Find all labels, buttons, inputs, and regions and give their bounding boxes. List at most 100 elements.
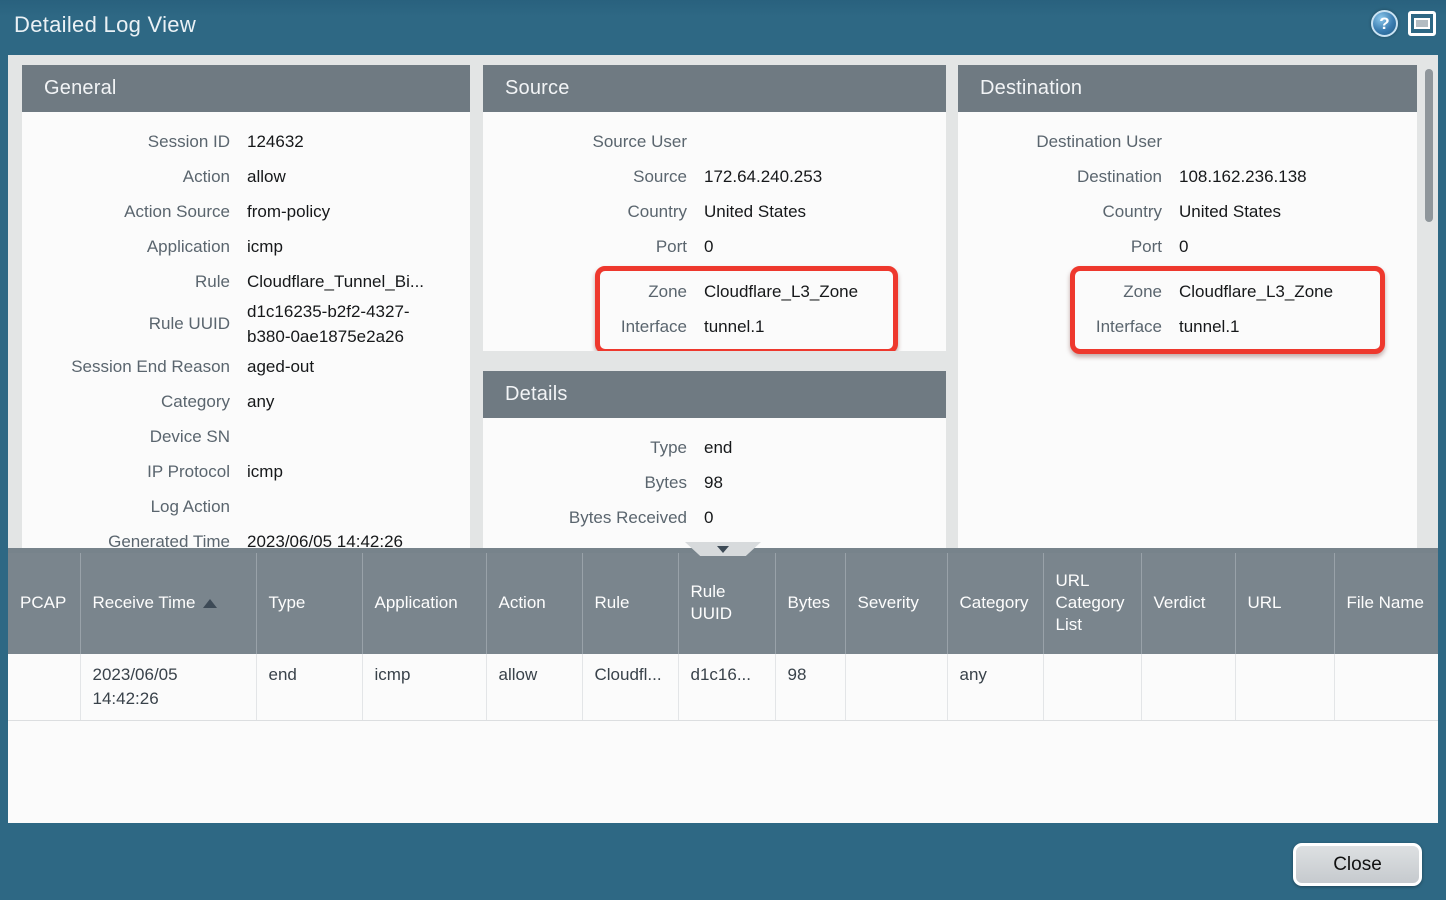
log-table: PCAP Receive Time Type Application Actio…: [8, 548, 1438, 721]
column-header-category[interactable]: Category: [947, 551, 1043, 654]
field-value: allow: [230, 164, 286, 189]
field-row-interface: Interface tunnel.1: [600, 309, 893, 344]
column-header-rule-uuid[interactable]: Rule UUID: [678, 551, 775, 654]
column-header-file-name[interactable]: File Name: [1334, 551, 1438, 654]
close-button[interactable]: Close: [1293, 843, 1422, 886]
field-value: United States: [687, 199, 806, 224]
field-label: Interface: [1075, 309, 1162, 344]
field-label: Port: [958, 229, 1162, 264]
table-header-row: PCAP Receive Time Type Application Actio…: [8, 551, 1438, 654]
scrollbar-thumb[interactable]: [1425, 69, 1433, 222]
column-header-url-category-list[interactable]: URL Category List: [1043, 551, 1141, 654]
column-header-pcap[interactable]: PCAP: [8, 551, 80, 654]
cell-url-category-list: [1043, 654, 1141, 721]
field-row-source-user: Source User: [483, 124, 946, 159]
field-row-ip-protocol: IP Protocol icmp: [22, 454, 470, 489]
field-value: end: [687, 435, 732, 460]
field-value: 98: [687, 470, 723, 495]
field-row-zone: Zone Cloudflare_L3_Zone: [1075, 274, 1380, 309]
field-label: Application: [22, 229, 230, 264]
source-panel: Source Source User Source 172.64.240.253…: [483, 65, 946, 351]
field-row-category: Category any: [22, 384, 470, 419]
field-value: Cloudflare_Tunnel_Bi...: [230, 269, 424, 294]
table-row[interactable]: 2023/06/05 14:42:26 end icmp allow Cloud…: [8, 654, 1438, 721]
field-value: icmp: [230, 234, 283, 259]
field-value: Cloudflare_L3_Zone: [1162, 279, 1333, 304]
field-value: tunnel.1: [687, 314, 765, 339]
field-label: Generated Time: [22, 524, 230, 548]
maximize-window-icon[interactable]: [1408, 11, 1436, 36]
field-label: Source: [483, 159, 687, 194]
field-label: Device SN: [22, 419, 230, 454]
titlebar-icons: ?: [1371, 10, 1436, 37]
field-label: Bytes: [483, 465, 687, 500]
column-header-url[interactable]: URL: [1235, 551, 1334, 654]
column-header-type[interactable]: Type: [256, 551, 362, 654]
field-label: Log Action: [22, 489, 230, 524]
field-label: Destination: [958, 159, 1162, 194]
dialog-title: Detailed Log View: [0, 12, 196, 38]
column-header-application[interactable]: Application: [362, 551, 486, 654]
field-value: icmp: [230, 459, 283, 484]
field-row-zone: Zone Cloudflare_L3_Zone: [600, 274, 893, 309]
column-header-rule[interactable]: Rule: [582, 551, 678, 654]
field-row-type: Type end: [483, 430, 946, 465]
field-row-port: Port 0: [483, 229, 946, 264]
field-row-session-end-reason: Session End Reason aged-out: [22, 349, 470, 384]
field-value: d1c16235-b2f2-4327-b380-0ae1875e2a26: [230, 299, 444, 349]
field-label: Rule: [22, 264, 230, 299]
field-row-port: Port 0: [958, 229, 1417, 264]
field-label: Action: [22, 159, 230, 194]
cell-action: allow: [486, 654, 582, 721]
column-header-bytes[interactable]: Bytes: [775, 551, 845, 654]
source-zone-highlight-box: Zone Cloudflare_L3_Zone Interface tunnel…: [595, 266, 898, 351]
field-row-bytes-received: Bytes Received 0: [483, 500, 946, 535]
field-value: 124632: [230, 129, 304, 154]
field-row-rule: Rule Cloudflare_Tunnel_Bi...: [22, 264, 470, 299]
field-row-country: Country United States: [958, 194, 1417, 229]
field-row-source: Source 172.64.240.253: [483, 159, 946, 194]
cell-severity: [845, 654, 947, 721]
cell-type: end: [256, 654, 362, 721]
help-icon[interactable]: ?: [1371, 10, 1398, 37]
destination-zone-highlight-box: Zone Cloudflare_L3_Zone Interface tunnel…: [1070, 266, 1385, 354]
field-row-bytes: Bytes 98: [483, 465, 946, 500]
field-row-device-sn: Device SN: [22, 419, 470, 454]
field-label: Port: [483, 229, 687, 264]
field-row-rule-uuid: Rule UUID d1c16235-b2f2-4327-b380-0ae187…: [22, 299, 470, 349]
cell-rule: Cloudfl...: [582, 654, 678, 721]
field-label: Category: [22, 384, 230, 419]
chevron-down-icon: [717, 546, 729, 553]
field-value: tunnel.1: [1162, 314, 1240, 339]
field-label: Destination User: [958, 124, 1162, 159]
cell-pcap: [8, 654, 80, 721]
cell-verdict: [1141, 654, 1235, 721]
cell-bytes: 98: [775, 654, 845, 721]
column-header-severity[interactable]: Severity: [845, 551, 947, 654]
field-row-destination-user: Destination User: [958, 124, 1417, 159]
cell-rule-uuid: d1c16...: [678, 654, 775, 721]
details-panel-header: Details: [483, 371, 946, 418]
column-header-action[interactable]: Action: [486, 551, 582, 654]
details-panel: Details Type end Bytes 98 Bytes Received…: [483, 371, 946, 548]
field-value: Cloudflare_L3_Zone: [687, 279, 858, 304]
column-header-verdict[interactable]: Verdict: [1141, 551, 1235, 654]
cell-file-name: [1334, 654, 1438, 721]
column-header-label: Receive Time: [93, 593, 196, 612]
field-row-destination: Destination 108.162.236.138: [958, 159, 1417, 194]
field-value: United States: [1162, 199, 1281, 224]
field-label: Rule UUID: [22, 299, 230, 349]
field-label: Bytes Received: [483, 500, 687, 535]
source-panel-body: Source User Source 172.64.240.253 Countr…: [483, 112, 946, 351]
field-row-interface: Interface tunnel.1: [1075, 309, 1380, 344]
destination-panel-body: Destination User Destination 108.162.236…: [958, 112, 1417, 354]
field-row-action: Action allow: [22, 159, 470, 194]
field-value: 0: [687, 505, 713, 530]
column-header-receive-time[interactable]: Receive Time: [80, 551, 256, 654]
field-value: aged-out: [230, 354, 314, 379]
field-value: 0: [1162, 234, 1188, 259]
field-label: Country: [483, 194, 687, 229]
destination-panel: Destination Destination User Destination…: [958, 65, 1417, 548]
field-label: Zone: [600, 274, 687, 309]
dialog-content: General Session ID 124632 Action allow A…: [8, 55, 1438, 823]
